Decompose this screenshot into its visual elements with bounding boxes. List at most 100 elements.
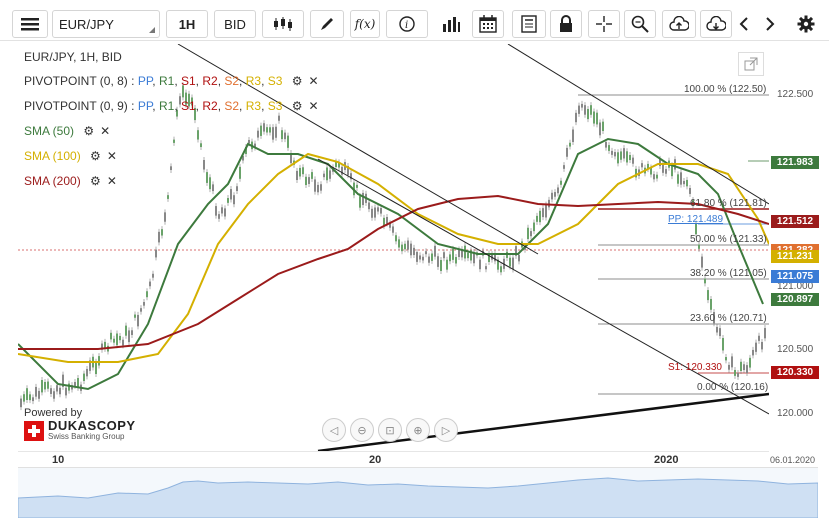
price-tag: 121.512 — [771, 215, 819, 228]
pivot-s1-value: S1: 120.330 — [668, 362, 722, 373]
time-axis[interactable]: 10 20 2020 — [18, 451, 769, 468]
calendar-button[interactable] — [472, 10, 504, 38]
candle-body — [59, 387, 61, 395]
candle-body — [728, 364, 730, 370]
candle-body — [74, 382, 76, 386]
candle-body — [320, 184, 322, 191]
candle-body — [419, 255, 421, 260]
pivot-s1-label: S1 — [180, 99, 196, 113]
time-label: 20 — [369, 454, 382, 466]
sma-200-label: SMA (200) — [24, 174, 81, 188]
candle-body — [278, 115, 280, 121]
info-button[interactable]: i — [386, 10, 428, 38]
navigator-panel[interactable] — [17, 467, 819, 519]
price-side-selector[interactable]: BID — [214, 10, 256, 38]
scroll-left-button[interactable] — [734, 10, 754, 38]
candle-body — [155, 249, 157, 258]
pencil-icon — [321, 18, 333, 30]
candle-body — [746, 365, 748, 374]
close-icon[interactable]: ✕ — [309, 99, 319, 113]
pivot-r2-label: R2 — [202, 74, 218, 88]
candle-body — [593, 111, 595, 124]
price-axis[interactable]: 122.500 121.000 120.500 120.000 121.983 … — [769, 44, 829, 451]
pan-left-button[interactable]: ◁ — [322, 418, 346, 442]
pan-right-button[interactable]: ▷ — [434, 418, 458, 442]
fit-icon: ⊡ — [385, 424, 395, 437]
price-tag: 120.330 — [771, 366, 819, 379]
timeframe-selector[interactable]: 1H — [166, 10, 208, 38]
candle-body — [137, 314, 139, 327]
gear-icon[interactable]: ⚙ — [90, 149, 101, 163]
gear-icon — [797, 15, 815, 33]
close-icon[interactable]: ✕ — [100, 124, 110, 138]
scroll-right-button[interactable] — [760, 10, 780, 38]
gear-icon[interactable]: ⚙ — [83, 124, 94, 138]
candle-body — [44, 381, 46, 390]
candle-body — [551, 192, 553, 200]
candle-body — [677, 174, 679, 184]
price-tag: 120.897 — [771, 293, 819, 306]
close-icon[interactable]: ✕ — [309, 74, 319, 88]
candle-body — [764, 328, 766, 339]
volume-button[interactable] — [436, 10, 466, 38]
candle-body — [401, 244, 403, 252]
sma-50-label: SMA (50) — [24, 124, 75, 138]
settings-button[interactable] — [794, 10, 818, 38]
gear-icon[interactable]: ⚙ — [90, 174, 101, 188]
sma100-line — [18, 152, 769, 363]
candle-body — [596, 112, 598, 125]
chart-title: EUR/JPY, 1H, BID — [24, 50, 122, 64]
gear-icon[interactable]: ⚙ — [292, 74, 303, 88]
close-icon[interactable]: ✕ — [107, 149, 117, 163]
upload-button[interactable] — [662, 10, 696, 38]
draw-tool-button[interactable] — [310, 10, 344, 38]
fit-button[interactable]: ⊡ — [378, 418, 402, 442]
lock-button[interactable] — [550, 10, 582, 38]
candle-body — [701, 256, 703, 268]
gear-icon[interactable]: ⚙ — [292, 99, 303, 113]
candle-body — [56, 385, 58, 392]
candle-body — [38, 390, 40, 399]
candle-body — [599, 122, 601, 136]
candle-body — [218, 214, 220, 219]
candle-body — [158, 231, 160, 243]
candle-body — [623, 148, 625, 159]
candle-body — [560, 180, 562, 185]
close-icon[interactable]: ✕ — [107, 174, 117, 188]
candle-body — [299, 167, 301, 177]
candle-body — [509, 257, 511, 267]
news-button[interactable] — [512, 10, 546, 38]
candle-body — [263, 123, 265, 132]
symbol-selector[interactable]: EUR/JPY — [52, 10, 160, 38]
candle-body — [500, 266, 502, 273]
zoom-in-button[interactable]: ⊕ — [406, 418, 430, 442]
candle-body — [323, 173, 325, 178]
time-label: 2020 — [654, 454, 679, 466]
candle-body — [617, 152, 619, 164]
candle-body — [47, 381, 49, 389]
candle-body — [614, 152, 616, 157]
candle-body — [329, 170, 331, 179]
popout-button[interactable] — [738, 52, 764, 76]
chart-type-button[interactable] — [262, 10, 304, 38]
candle-body — [608, 145, 610, 151]
zoom-out-button[interactable]: ⊖ — [350, 418, 374, 442]
candle-body — [173, 139, 175, 143]
candle-body — [434, 245, 436, 257]
document-icon — [521, 15, 537, 33]
pivot-pp-label: PP — [137, 99, 153, 113]
zoom-button[interactable] — [624, 10, 656, 38]
candle-body — [272, 127, 274, 140]
candle-body — [653, 174, 655, 180]
download-button[interactable] — [700, 10, 732, 38]
menu-button[interactable] — [12, 10, 48, 38]
lock-icon — [560, 15, 572, 32]
candle-body — [221, 207, 223, 214]
candle-body — [203, 160, 205, 170]
candle-body — [206, 172, 208, 183]
crosshair-button[interactable] — [588, 10, 620, 38]
indicators-button[interactable]: f(x) — [350, 10, 380, 38]
candle-body — [215, 206, 217, 216]
price-side-label: BID — [224, 16, 246, 32]
current-date-label: 06.01.2020 — [770, 455, 816, 465]
